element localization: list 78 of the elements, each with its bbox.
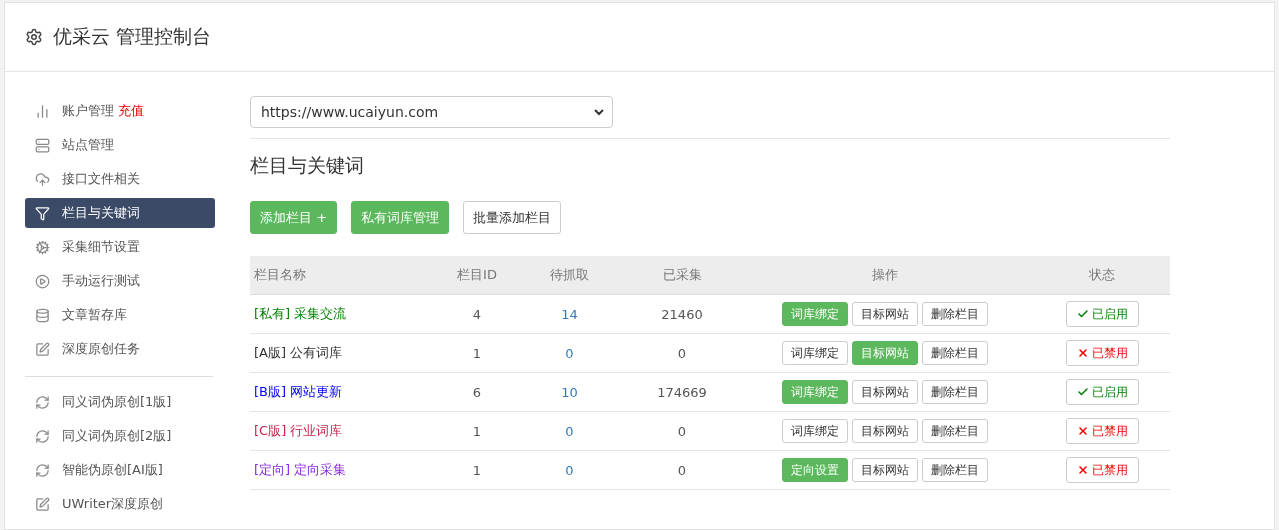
column-name: [定向] 定向采集 [254,461,347,479]
gear-icon [35,239,50,255]
sidebar-item[interactable]: 站点管理 [25,130,215,160]
cloud-upload-icon [35,171,50,187]
column-name: [C版] 行业词库 [254,422,343,440]
column-header: 待抓取 [510,256,625,295]
table-cell: 10 [561,384,578,400]
table-cell: 0 [677,345,687,361]
table-cell: 6 [472,384,482,400]
chevron-down-icon [594,108,604,116]
table-cell: 14 [561,306,578,322]
console-title: 优采云 管理控制台 [53,24,212,49]
column-name: [B版] 网站更新 [254,383,343,401]
table-cell: 21460 [661,306,703,322]
action-button[interactable]: 词库绑定 [781,419,848,443]
table-cell: 174669 [657,384,707,400]
table-cell: 4 [472,306,482,322]
column-header: 栏目ID [440,256,510,295]
sidebar-item[interactable]: 文章暂存库 [25,300,215,330]
sidebar-item[interactable]: 接口文件相关 [25,164,215,194]
pencil-icon [35,496,50,512]
table-cell: 1 [472,462,482,478]
settings-icon [25,28,43,46]
play-icon [35,273,50,289]
recharge-link[interactable]: 充值 [118,102,144,120]
check-icon [1076,386,1089,398]
filter-icon [35,205,50,221]
status-button[interactable]: 已禁用 [1065,340,1139,366]
action-button[interactable]: 目标网站 [851,380,918,404]
status-button[interactable]: 已启用 [1065,379,1139,405]
check-icon [1076,308,1089,320]
column-header: 操作 [735,256,1030,295]
sidebar-item[interactable]: 同义词伪原创[1版] [25,387,215,417]
column-header: 栏目名称 [250,256,440,295]
table-cell: 1 [472,345,482,361]
status-button[interactable]: 已启用 [1065,301,1139,327]
sidebar-item[interactable]: 智能伪原创[AI版] [25,455,215,485]
server-icon [35,137,50,153]
action-button[interactable]: 目标网站 [851,302,918,326]
refresh-icon [35,394,50,410]
action-button[interactable]: 删除栏目 [921,380,988,404]
sidebar-item[interactable]: 同义词伪原创[2版] [25,421,215,451]
status-button[interactable]: 已禁用 [1065,418,1139,444]
sidebar-item[interactable]: 深度原创任务 [25,334,215,364]
database-icon [35,307,50,323]
sidebar-item[interactable]: 手动运行测试 [25,266,215,296]
column-name: [私有] 采集交流 [254,305,347,323]
table-cell: 0 [677,423,687,439]
section-title: 栏目与关键词 [250,153,365,178]
action-button[interactable]: 目标网站 [851,419,918,443]
refresh-icon [35,428,50,444]
sidebar-item[interactable]: 栏目与关键词 [25,198,215,228]
pencil-icon [35,341,50,357]
table-cell: 0 [677,462,687,478]
bar-chart-icon [35,103,50,119]
table-cell: 1 [472,423,482,439]
column-header: 已采集 [625,256,735,295]
action-button[interactable]: 删除栏目 [921,341,988,365]
sidebar-item[interactable]: 采集细节设置 [25,232,215,262]
action-button[interactable]: 词库绑定 [781,341,848,365]
toolbar-button[interactable]: 批量添加栏目 [463,201,562,234]
action-button[interactable]: 删除栏目 [921,302,988,326]
action-button[interactable]: 目标网站 [851,458,918,482]
site-select[interactable]: https://www.ucaiyun.com [250,96,613,128]
table-cell: 0 [565,423,574,439]
table-cell: 0 [565,462,574,478]
refresh-icon [35,462,50,478]
status-button[interactable]: 已禁用 [1065,457,1139,483]
column-name: [A版] 公有词库 [254,344,343,362]
cross-icon [1076,347,1089,359]
sidebar-item[interactable]: UWriter深度原创 [25,489,215,519]
cross-icon [1076,425,1089,437]
table-cell: 0 [565,345,574,361]
action-button[interactable]: 删除栏目 [921,458,988,482]
column-header: 状态 [1030,256,1170,295]
cross-icon [1076,464,1089,476]
action-button[interactable]: 删除栏目 [921,419,988,443]
sidebar-item[interactable]: 账户管理 充值 [25,96,215,126]
